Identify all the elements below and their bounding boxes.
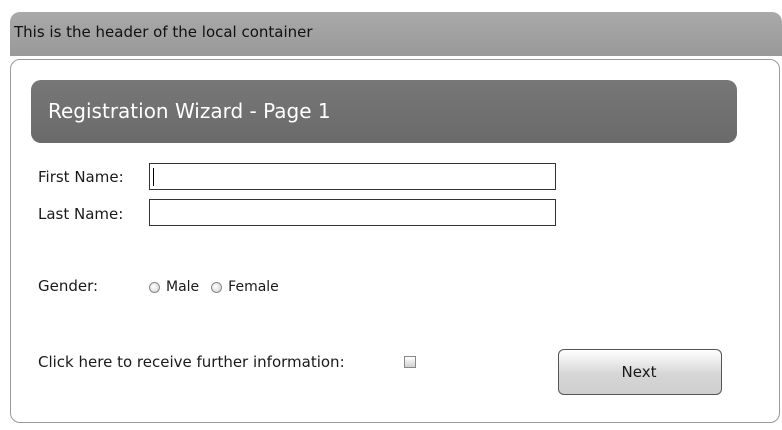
last-name-label: Last Name: — [38, 205, 124, 223]
wizard-title: Registration Wizard - Page 1 — [48, 99, 331, 123]
gender-option-female[interactable]: Female — [211, 279, 279, 295]
local-container: Registration Wizard - Page 1 First Name:… — [10, 59, 780, 423]
female-radio-label: Female — [228, 279, 279, 295]
local-container-header: This is the header of the local containe… — [10, 12, 782, 56]
gender-option-male[interactable]: Male — [149, 279, 199, 295]
gender-radio-group: Male Female — [149, 279, 291, 295]
page: This is the header of the local containe… — [0, 0, 782, 430]
next-button[interactable]: Next — [558, 349, 722, 395]
wizard-header: Registration Wizard - Page 1 — [31, 80, 737, 143]
info-checkbox[interactable] — [404, 356, 416, 368]
info-checkbox-label: Click here to receive further informatio… — [38, 353, 345, 371]
gender-label: Gender: — [38, 277, 99, 295]
first-name-label: First Name: — [38, 168, 124, 186]
female-radio[interactable] — [211, 281, 223, 293]
last-name-input[interactable] — [149, 199, 556, 226]
local-container-header-text: This is the header of the local containe… — [14, 23, 313, 41]
male-radio-label: Male — [166, 279, 200, 295]
male-radio[interactable] — [149, 281, 160, 293]
first-name-input[interactable] — [149, 163, 556, 190]
